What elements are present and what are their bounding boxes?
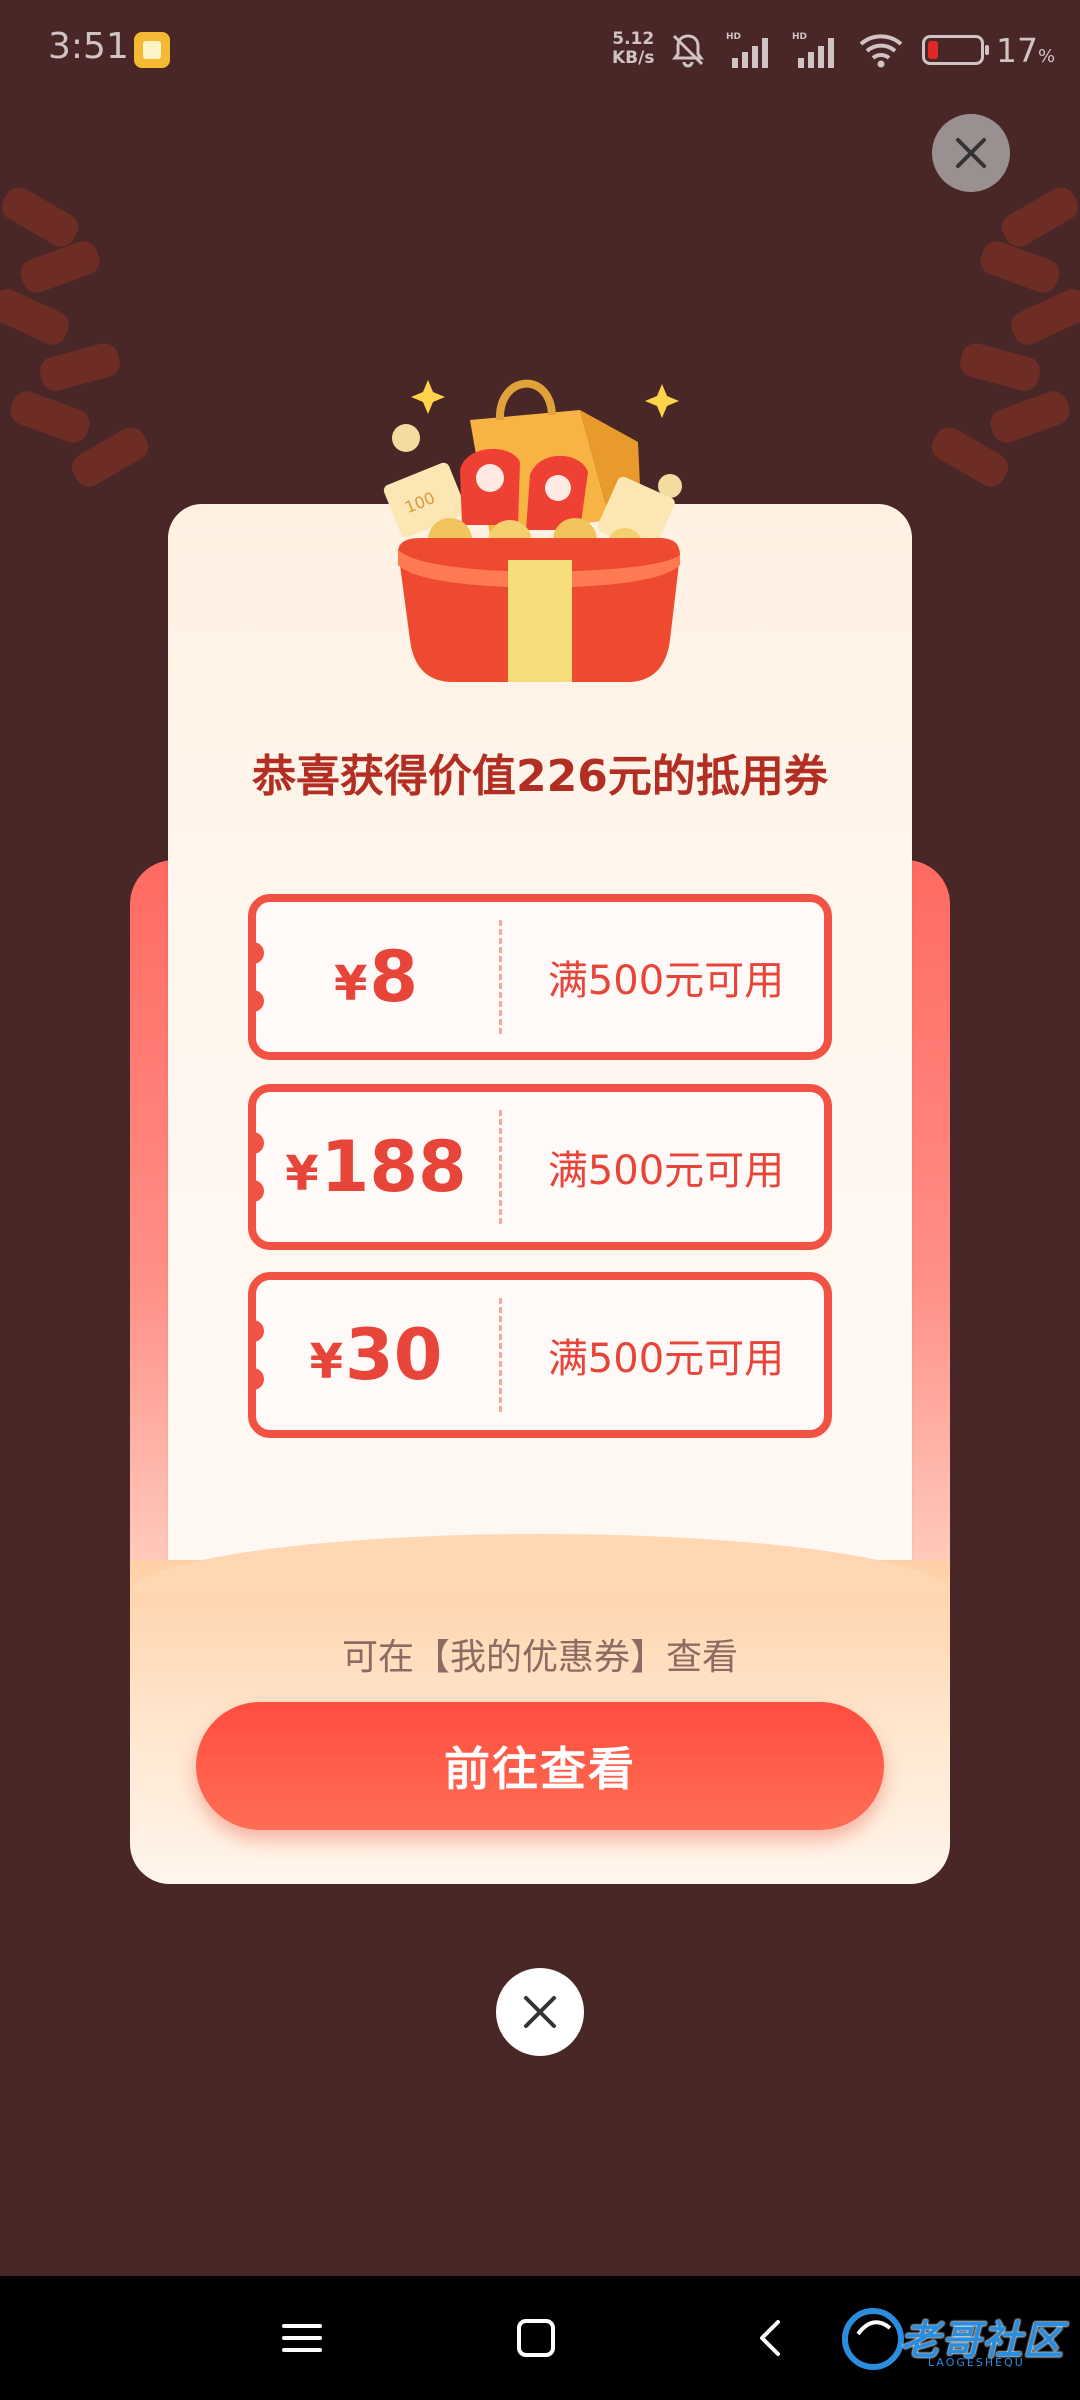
coupon-card: ¥30 满500元可用: [248, 1272, 832, 1438]
close-icon: [956, 138, 986, 168]
watermark-subtext: LAOGESHEQU: [928, 2356, 1025, 2369]
svg-text:HD: HD: [726, 32, 741, 42]
status-bar: 3:51 5.12 KB/s HD HD 17%: [0, 0, 1080, 100]
coupon-amount: ¥188: [256, 1092, 496, 1242]
battery-icon: [922, 35, 989, 65]
coupon-condition: 满500元可用: [547, 1148, 785, 1194]
system-navigation-bar: 老哥社区 LAOGESHEQU: [0, 2276, 1080, 2400]
dialog-title: 恭喜获得价值226元的抵用券: [252, 751, 828, 802]
coupon-amount-value: 8: [369, 936, 419, 1018]
battery-percent: 17%: [996, 31, 1055, 70]
coupon-condition: 满500元可用: [547, 958, 785, 1004]
close-icon: [524, 1996, 556, 2028]
coupon-amount-value: 188: [320, 1126, 467, 1208]
dragon-logo-icon: [842, 2308, 904, 2370]
menu-icon[interactable]: [276, 2312, 328, 2364]
coupon-divider: [499, 1298, 502, 1412]
coupon-amount: ¥8: [256, 902, 496, 1052]
coupon-condition: 满500元可用: [547, 1336, 785, 1382]
status-time: 3:51: [48, 26, 129, 67]
battery-percent-unit: %: [1038, 45, 1056, 67]
back-chevron-icon[interactable]: [746, 2312, 798, 2364]
coupon-card: ¥188 满500元可用: [248, 1084, 832, 1250]
wifi-icon: [859, 34, 903, 68]
view-coupons-button[interactable]: 前往查看: [196, 1702, 884, 1830]
coupon-currency: ¥: [333, 956, 368, 1012]
gift-basket-illustration: 100: [383, 379, 682, 682]
svg-text:HD: HD: [792, 32, 807, 42]
signal-1-icon: HD: [726, 32, 768, 68]
notification-app-icon: [134, 32, 170, 68]
network-speed: 5.12 KB/s: [612, 30, 654, 68]
top-close-button[interactable]: [932, 114, 1010, 192]
coupon-amount-value: 30: [344, 1314, 443, 1396]
status-icons: HD HD 17%: [668, 30, 1055, 70]
network-speed-value: 5.12: [612, 29, 655, 49]
coupon-divider: [499, 1110, 502, 1224]
firecracker-decoration-left: [0, 180, 180, 520]
home-square-icon[interactable]: [510, 2312, 562, 2364]
mute-bell-icon: [672, 34, 704, 68]
signal-2-icon: HD: [792, 32, 834, 68]
coupon-amount: ¥30: [256, 1280, 496, 1430]
coupon-currency: ¥: [309, 1334, 343, 1390]
battery-percent-value: 17: [996, 30, 1038, 70]
coupon-card: ¥8 满500元可用: [248, 894, 832, 1060]
coupon-currency: ¥: [285, 1146, 319, 1202]
firecracker-decoration-right: [900, 180, 1080, 520]
coupon-divider: [499, 920, 502, 1034]
watermark-logo: 老哥社区 LAOGESHEQU: [838, 2300, 1070, 2380]
dialog-close-button[interactable]: [496, 1968, 584, 2056]
network-speed-unit: KB/s: [612, 48, 655, 68]
coupon-location-hint: 可在【我的优惠券】查看: [341, 1637, 738, 1678]
